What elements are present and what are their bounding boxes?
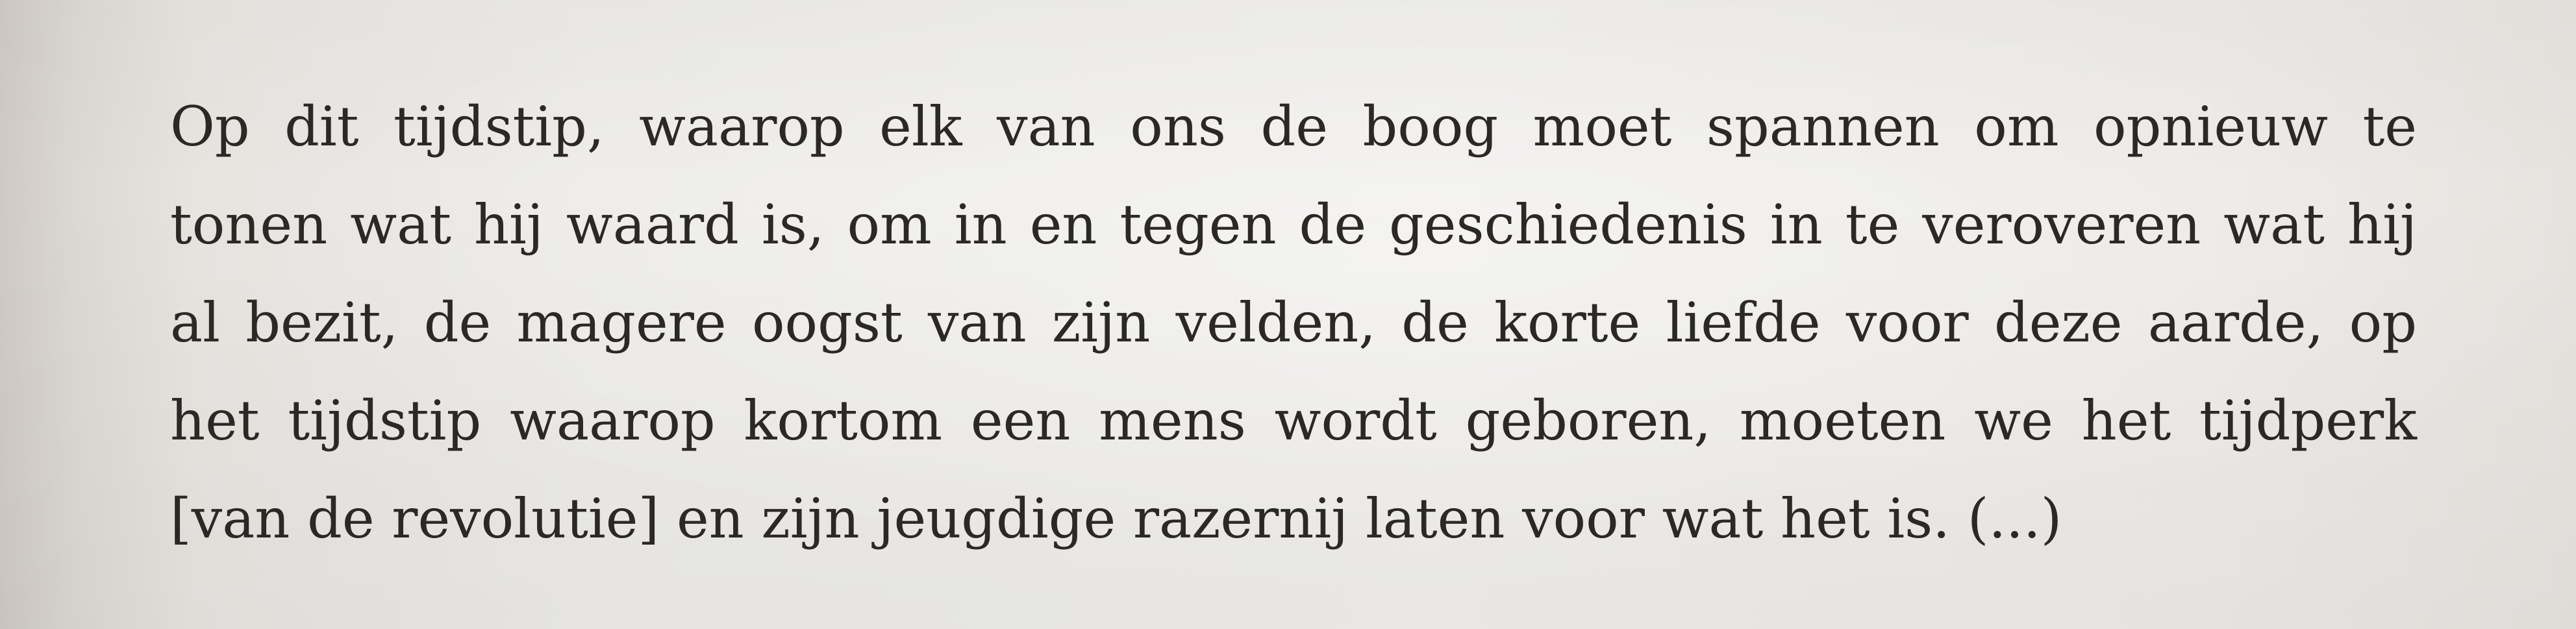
text-line-1: Op dit tijdstip, waarop elk van ons de b… [170, 95, 2417, 158]
text-line-4: het tijdstip waarop kortom een mens word… [170, 389, 2417, 452]
text-line-5: [van de revolutie] en zijn jeugdige raze… [170, 487, 2062, 550]
book-paragraph: Op dit tijdstip, waarop elk van ons de b… [170, 78, 2443, 568]
text-line-3: al bezit, de magere oogst van zijn velde… [170, 291, 2417, 354]
text-line-2: tonen wat hij waard is, om in en tegen d… [170, 193, 2417, 256]
